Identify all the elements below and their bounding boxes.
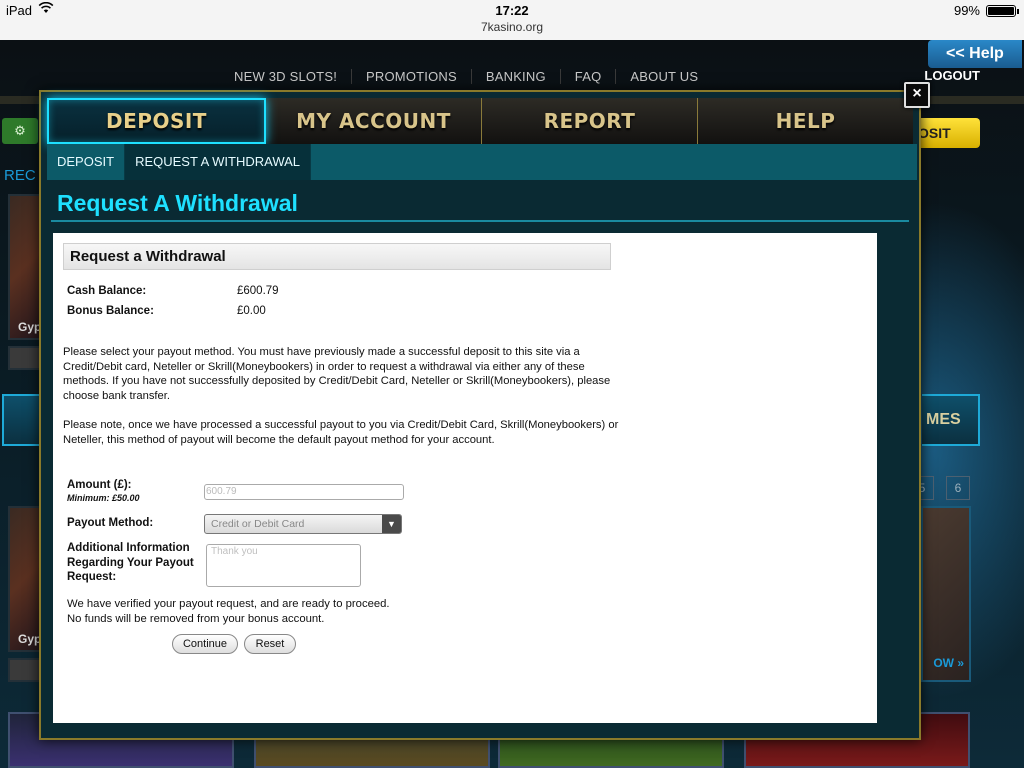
games-banner-left — [2, 394, 42, 446]
nav-new-3d-slots[interactable]: NEW 3D SLOTS! — [220, 68, 353, 84]
game-tile-label: Gyp — [18, 320, 42, 334]
reset-button[interactable]: Reset — [244, 634, 296, 654]
recent-heading-partial: REC — [4, 167, 36, 184]
payout-method-selected: Credit or Debit Card — [211, 518, 305, 530]
game-tile-button[interactable] — [8, 658, 42, 682]
clock: 17:22 — [495, 3, 529, 18]
bonus-balance-value: £0.00 — [237, 305, 266, 317]
subtab-request-withdrawal[interactable]: REQUEST A WITHDRAWAL — [125, 144, 312, 180]
payout-method-label: Payout Method: — [67, 517, 154, 529]
continue-button[interactable]: Continue — [172, 634, 238, 654]
amount-minimum: Minimum: £50.00 — [67, 493, 140, 503]
modal-sub-tabs: DEPOSIT REQUEST A WITHDRAWAL — [47, 144, 917, 180]
url-bar[interactable]: 7kasino.org — [0, 20, 1024, 34]
game-tile-button[interactable] — [8, 346, 42, 370]
cashier-modal: DEPOSIT MY ACCOUNT REPORT HELP DEPOSIT R… — [39, 90, 921, 740]
withdrawal-panel: Request a Withdrawal Cash Balance: £600.… — [53, 233, 877, 723]
nav-faq[interactable]: FAQ — [561, 68, 617, 84]
games-banner-partial: MES — [922, 394, 980, 446]
view-more-link[interactable]: OW » — [933, 656, 964, 670]
ios-status-bar: iPad 17:22 7kasino.org 99% — [0, 0, 1024, 40]
game-tile[interactable]: Gyp — [8, 194, 42, 340]
help-tab[interactable]: << Help — [928, 40, 1022, 68]
nav-promotions[interactable]: PROMOTIONS — [352, 68, 472, 84]
cash-balance-value: £600.79 — [237, 285, 279, 297]
battery-percent: 99% — [953, 3, 980, 18]
payout-method-select[interactable]: Credit or Debit Card ▼ — [204, 514, 402, 534]
game-tile[interactable]: Gyp — [8, 506, 42, 652]
tab-report[interactable]: REPORT — [482, 98, 698, 144]
tab-deposit[interactable]: DEPOSIT — [47, 98, 266, 144]
gear-icon[interactable]: ⚙ — [2, 118, 38, 144]
page-6-button[interactable]: 6 — [946, 476, 970, 500]
default-payout-notice: Please note, once we have processed a su… — [63, 419, 619, 446]
nav-banking[interactable]: BANKING — [472, 68, 561, 84]
amount-label: Amount (£): — [67, 479, 132, 491]
subtab-deposit[interactable]: DEPOSIT — [47, 144, 126, 180]
payout-method-instructions: Please select your payout method. You mu… — [63, 346, 611, 403]
cash-balance-label: Cash Balance: — [67, 285, 147, 297]
tab-my-account[interactable]: MY ACCOUNT — [266, 98, 482, 144]
chevron-down-icon: ▼ — [382, 515, 401, 533]
logout-link[interactable]: LOGOUT — [924, 68, 980, 83]
nav-about-us[interactable]: ABOUT US — [616, 69, 712, 84]
panel-heading: Request a Withdrawal — [63, 243, 611, 270]
additional-info-label: Additional Information Regarding Your Pa… — [67, 542, 194, 583]
verification-message: We have verified your payout request, an… — [67, 598, 390, 625]
deposit-button-partial[interactable]: OSIT — [914, 118, 980, 148]
modal-main-tabs: DEPOSIT MY ACCOUNT REPORT HELP — [47, 98, 913, 144]
top-navigation: NEW 3D SLOTS! PROMOTIONS BANKING FAQ ABO… — [220, 62, 712, 90]
battery-icon — [986, 5, 1019, 17]
close-icon[interactable]: × — [904, 82, 930, 108]
additional-info-textarea[interactable]: Thank you — [206, 544, 361, 587]
page-title: Request A Withdrawal — [57, 190, 298, 216]
bonus-balance-label: Bonus Balance: — [67, 305, 154, 317]
amount-input[interactable]: 600.79 — [204, 484, 404, 500]
title-divider — [51, 220, 909, 222]
tab-help[interactable]: HELP — [698, 98, 913, 144]
game-tile-label: Gyp — [18, 632, 42, 646]
